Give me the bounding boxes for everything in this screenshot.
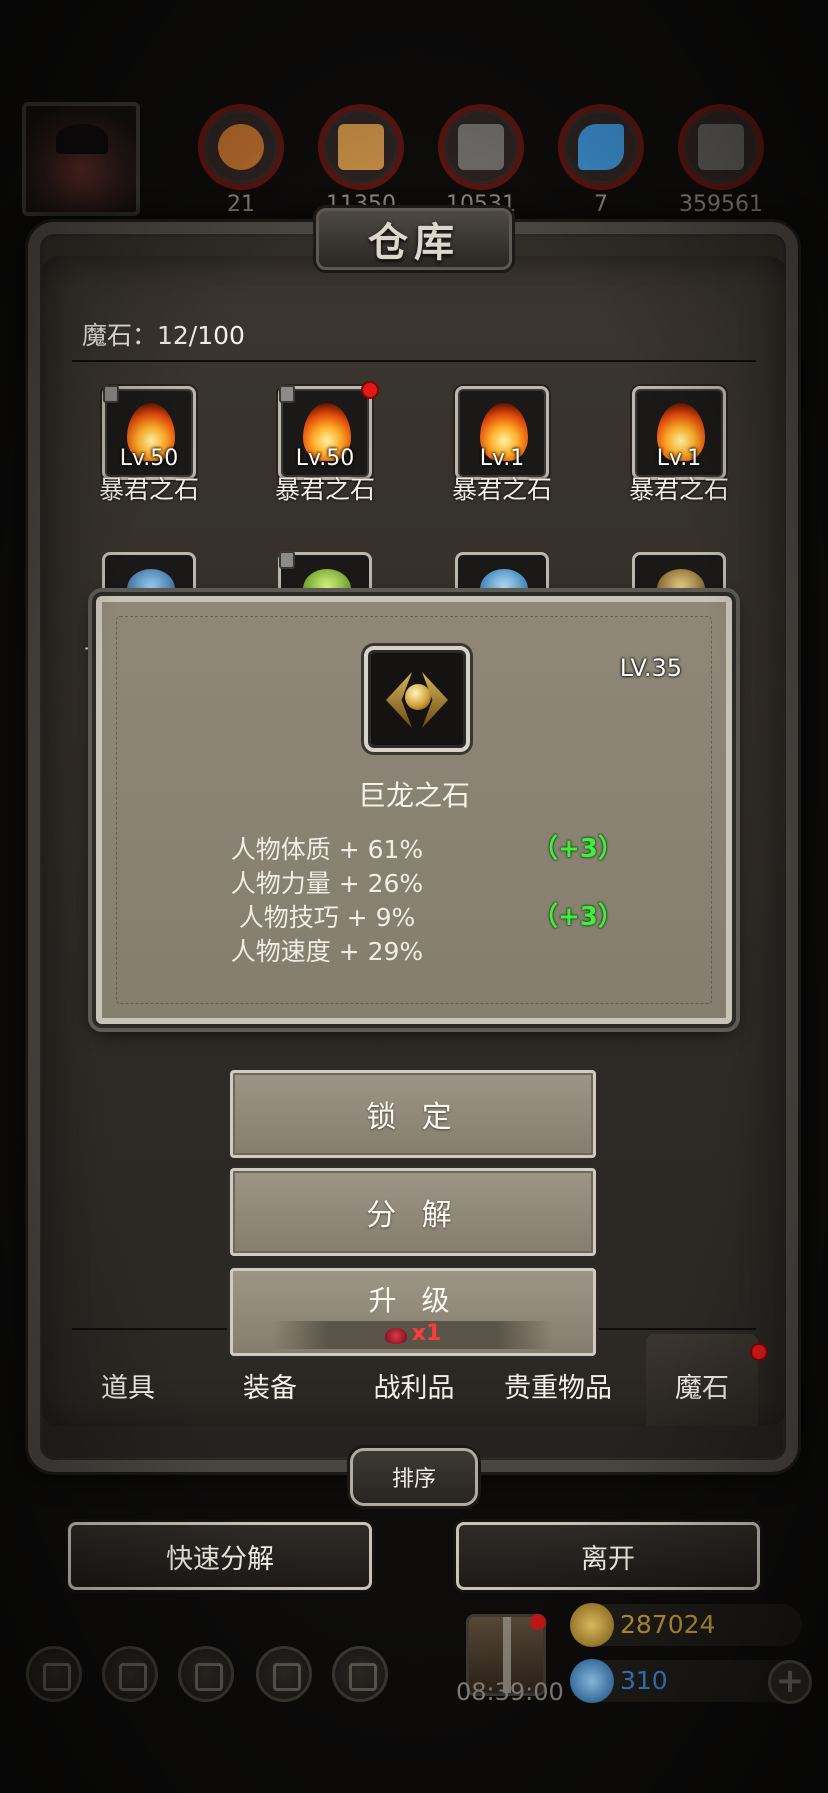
resource-bar: 21 11350 10531 7 359561 [0,100,828,217]
add-currency-icon[interactable]: + [768,1660,812,1704]
crystal-resource-icon[interactable] [558,104,644,190]
lock-icon [103,385,119,403]
gold-coin-icon [570,1603,614,1647]
item-slot[interactable]: Lv.50 [278,381,379,480]
decompose-button-label: 分 解 [366,1198,460,1233]
leather-resource-icon[interactable] [198,104,284,190]
upgrade-button[interactable]: 升 级 x1 [230,1268,596,1356]
item-slot[interactable]: Lv.1 [632,386,726,480]
lock-button[interactable]: 锁 定 [230,1070,596,1158]
gift-timer: 08:39:00 [456,1678,564,1706]
guild-icon[interactable] [178,1646,234,1702]
stat-line: 人物体质 + 61% [230,835,424,864]
leave-label: 离开 [581,1543,635,1575]
magic-stone-count: 魔石：12/100 [82,321,245,350]
tab-equipment[interactable]: 装备 [200,1366,340,1405]
item-level: LV.35 [619,654,682,682]
item-slot[interactable]: Lv.1 [455,386,549,480]
upgrade-cost-qty: x1 [411,1321,442,1346]
dragon-stone-icon [364,646,470,752]
iron-resource-icon[interactable] [438,104,524,190]
item-level: Lv.50 [295,446,355,471]
lock-icon [279,385,295,403]
stone-resource-icon[interactable] [678,104,764,190]
lock-icon [279,551,295,569]
item-detail-popup: LV.35 巨龙之石 人物体质 + 61% （+3） 人物力量 + 26% 人物… [96,596,732,1024]
stone-count: 359561 [679,192,763,217]
item-level: Lv.1 [479,446,525,471]
new-badge [530,1614,546,1630]
leave-button[interactable]: 离开 [456,1522,760,1590]
crystal-count: 7 [594,192,608,217]
item-level: Lv.1 [656,446,702,471]
map-icon[interactable] [332,1646,388,1702]
item-name: 巨龙之石 [357,779,470,812]
tab-magic-stones[interactable]: 魔石 [632,1366,772,1405]
tab-valuables[interactable]: 贵重物品 [488,1366,628,1405]
item-name: 暴君之石 [98,475,199,504]
item-slot[interactable]: Lv.50 [102,385,196,480]
leather-count: 21 [227,192,255,217]
quick-decompose-label: 快速分解 [166,1543,274,1575]
lock-button-label: 锁 定 [366,1100,460,1135]
sort-button-label: 排序 [391,1467,436,1492]
gold-value: 287024 [620,1610,716,1639]
gem-icon [570,1659,614,1703]
settings-icon[interactable] [26,1646,82,1702]
item-name: 暴君之石 [628,475,729,504]
ruby-icon [384,1327,407,1344]
stat-line: 人物速度 + 29% [230,937,424,966]
stat-bonus: （+3） [532,834,624,864]
hero-icon[interactable] [102,1646,158,1702]
player-portrait[interactable] [22,102,140,216]
orb [405,684,431,710]
gem-value: 310 [620,1666,668,1695]
warehouse-title-plate: 仓库 [316,208,512,270]
decompose-button[interactable]: 分 解 [230,1168,596,1256]
tab-loot[interactable]: 战利品 [344,1366,484,1405]
wood-resource-icon[interactable] [318,104,404,190]
stat-line: 人物技巧 + 9% [238,903,416,932]
upgrade-button-label: 升 级 [368,1284,458,1317]
divider [72,360,756,362]
tab-items[interactable]: 道具 [58,1366,198,1405]
page-title: 仓库 [368,220,460,266]
new-badge [750,1343,768,1361]
item-name: 暴君之石 [451,475,552,504]
sort-button[interactable]: 排序 [350,1448,478,1506]
item-level: Lv.50 [119,446,179,471]
quick-decompose-button[interactable]: 快速分解 [68,1522,372,1590]
upgrade-cost: x1 [273,1321,553,1349]
stat-bonus: （+3） [532,902,624,932]
new-badge [361,381,379,399]
stat-line: 人物力量 + 26% [230,869,424,898]
item-name: 暴君之石 [274,475,375,504]
mail-icon[interactable] [256,1646,312,1702]
